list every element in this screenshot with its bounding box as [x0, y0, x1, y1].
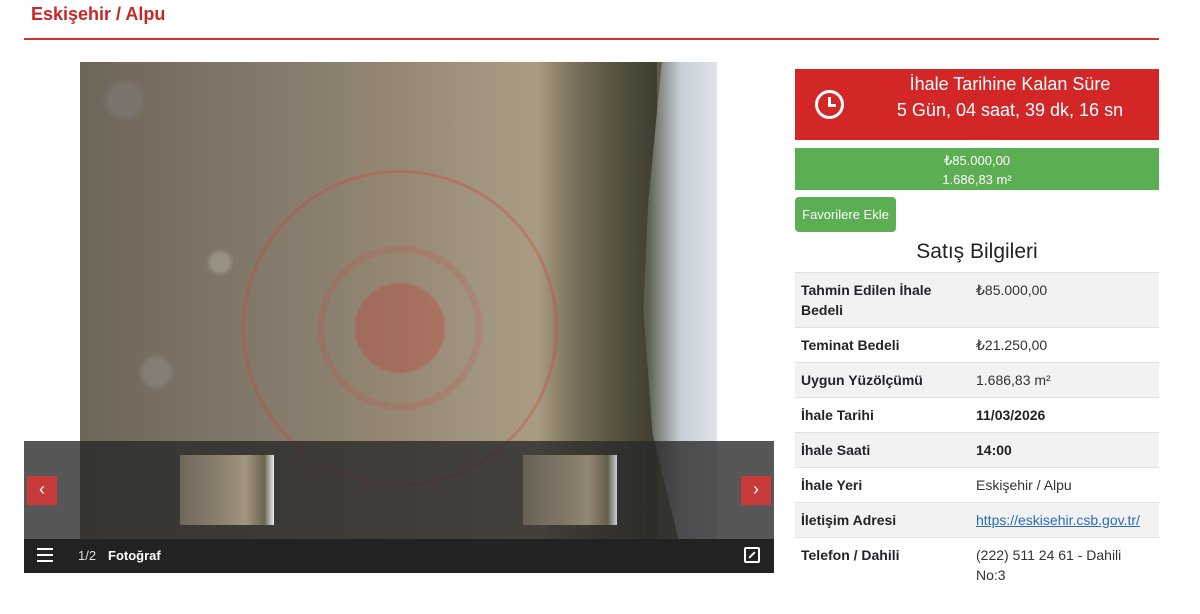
- row-label: Uygun Yüzölçümü: [795, 362, 970, 398]
- photo-gallery[interactable]: ‹ › 1/2 Fotoğraf: [24, 62, 774, 573]
- expand-icon[interactable]: [744, 547, 760, 563]
- row-value: https://eskisehir.csb.gov.tr/: [970, 502, 1159, 538]
- row-label: Telefon / Dahili: [795, 537, 970, 592]
- price-summary: ₺85.000,00 1.686,83 m²: [795, 148, 1159, 190]
- price-amount: ₺85.000,00: [943, 153, 1011, 168]
- row-value: 14:00: [970, 432, 1159, 468]
- table-row: İletişim Adresi https://eskisehir.csb.go…: [795, 502, 1159, 538]
- page-title: Eskişehir / Alpu: [31, 4, 166, 24]
- row-value: Eskişehir / Alpu: [970, 467, 1159, 503]
- sales-info-table: Tahmin Edilen İhale Bedeli ₺85.000,00 Te…: [795, 272, 1159, 592]
- countdown-time: 5 Gün, 04 saat, 39 dk, 16 sn: [896, 100, 1124, 120]
- table-row: İhale Saati 14:00: [795, 432, 1159, 468]
- gallery-next-button[interactable]: ›: [741, 476, 771, 505]
- photo-counter: 1/2: [78, 548, 97, 563]
- chevron-right-icon: ›: [753, 479, 759, 499]
- table-row: İhale Tarihi 11/03/2026: [795, 397, 1159, 433]
- row-value: ₺21.250,00: [970, 327, 1159, 363]
- add-favorite-button[interactable]: Favorilere Ekle: [795, 197, 896, 232]
- row-label: İhale Tarihi: [795, 397, 970, 433]
- auction-countdown: İhale Tarihine Kalan Süre 5 Gün, 04 saat…: [795, 69, 1159, 140]
- list-icon[interactable]: [37, 548, 53, 562]
- gallery-prev-button[interactable]: ‹: [27, 476, 57, 505]
- gallery-toolbar: 1/2 Fotoğraf: [24, 539, 774, 573]
- header-divider: [24, 38, 1159, 40]
- thumbnail-strip: [24, 441, 774, 539]
- row-label: İhale Yeri: [795, 467, 970, 503]
- thumbnail-2[interactable]: [523, 455, 617, 525]
- table-row: İhale Yeri Eskişehir / Alpu: [795, 467, 1159, 503]
- countdown-title: İhale Tarihine Kalan Süre: [909, 74, 1111, 94]
- row-value: (222) 511 24 61 - Dahili No:3: [970, 537, 1159, 592]
- clock-icon: [815, 90, 844, 119]
- chevron-left-icon: ‹: [39, 479, 45, 499]
- row-label: İhale Saati: [795, 432, 970, 468]
- row-value: 1.686,83 m²: [970, 362, 1159, 398]
- price-area: 1.686,83 m²: [942, 172, 1012, 187]
- row-value: ₺85.000,00: [970, 272, 1159, 328]
- row-label: Teminat Bedeli: [795, 327, 970, 363]
- thumbnail-1[interactable]: [180, 455, 274, 525]
- contact-url-link[interactable]: https://eskisehir.csb.gov.tr/: [976, 512, 1140, 528]
- photo-counter-label: Fotoğraf: [108, 548, 161, 563]
- sales-info-title: Satış Bilgileri: [916, 240, 1038, 263]
- row-value: 11/03/2026: [970, 397, 1159, 433]
- table-row: Tahmin Edilen İhale Bedeli ₺85.000,00: [795, 272, 1159, 328]
- table-row: Telefon / Dahili (222) 511 24 61 - Dahil…: [795, 537, 1159, 592]
- row-label: Tahmin Edilen İhale Bedeli: [795, 272, 970, 328]
- row-label: İletişim Adresi: [795, 502, 970, 538]
- table-row: Teminat Bedeli ₺21.250,00: [795, 327, 1159, 363]
- watermark-seal: [242, 170, 558, 486]
- table-row: Uygun Yüzölçümü 1.686,83 m²: [795, 362, 1159, 398]
